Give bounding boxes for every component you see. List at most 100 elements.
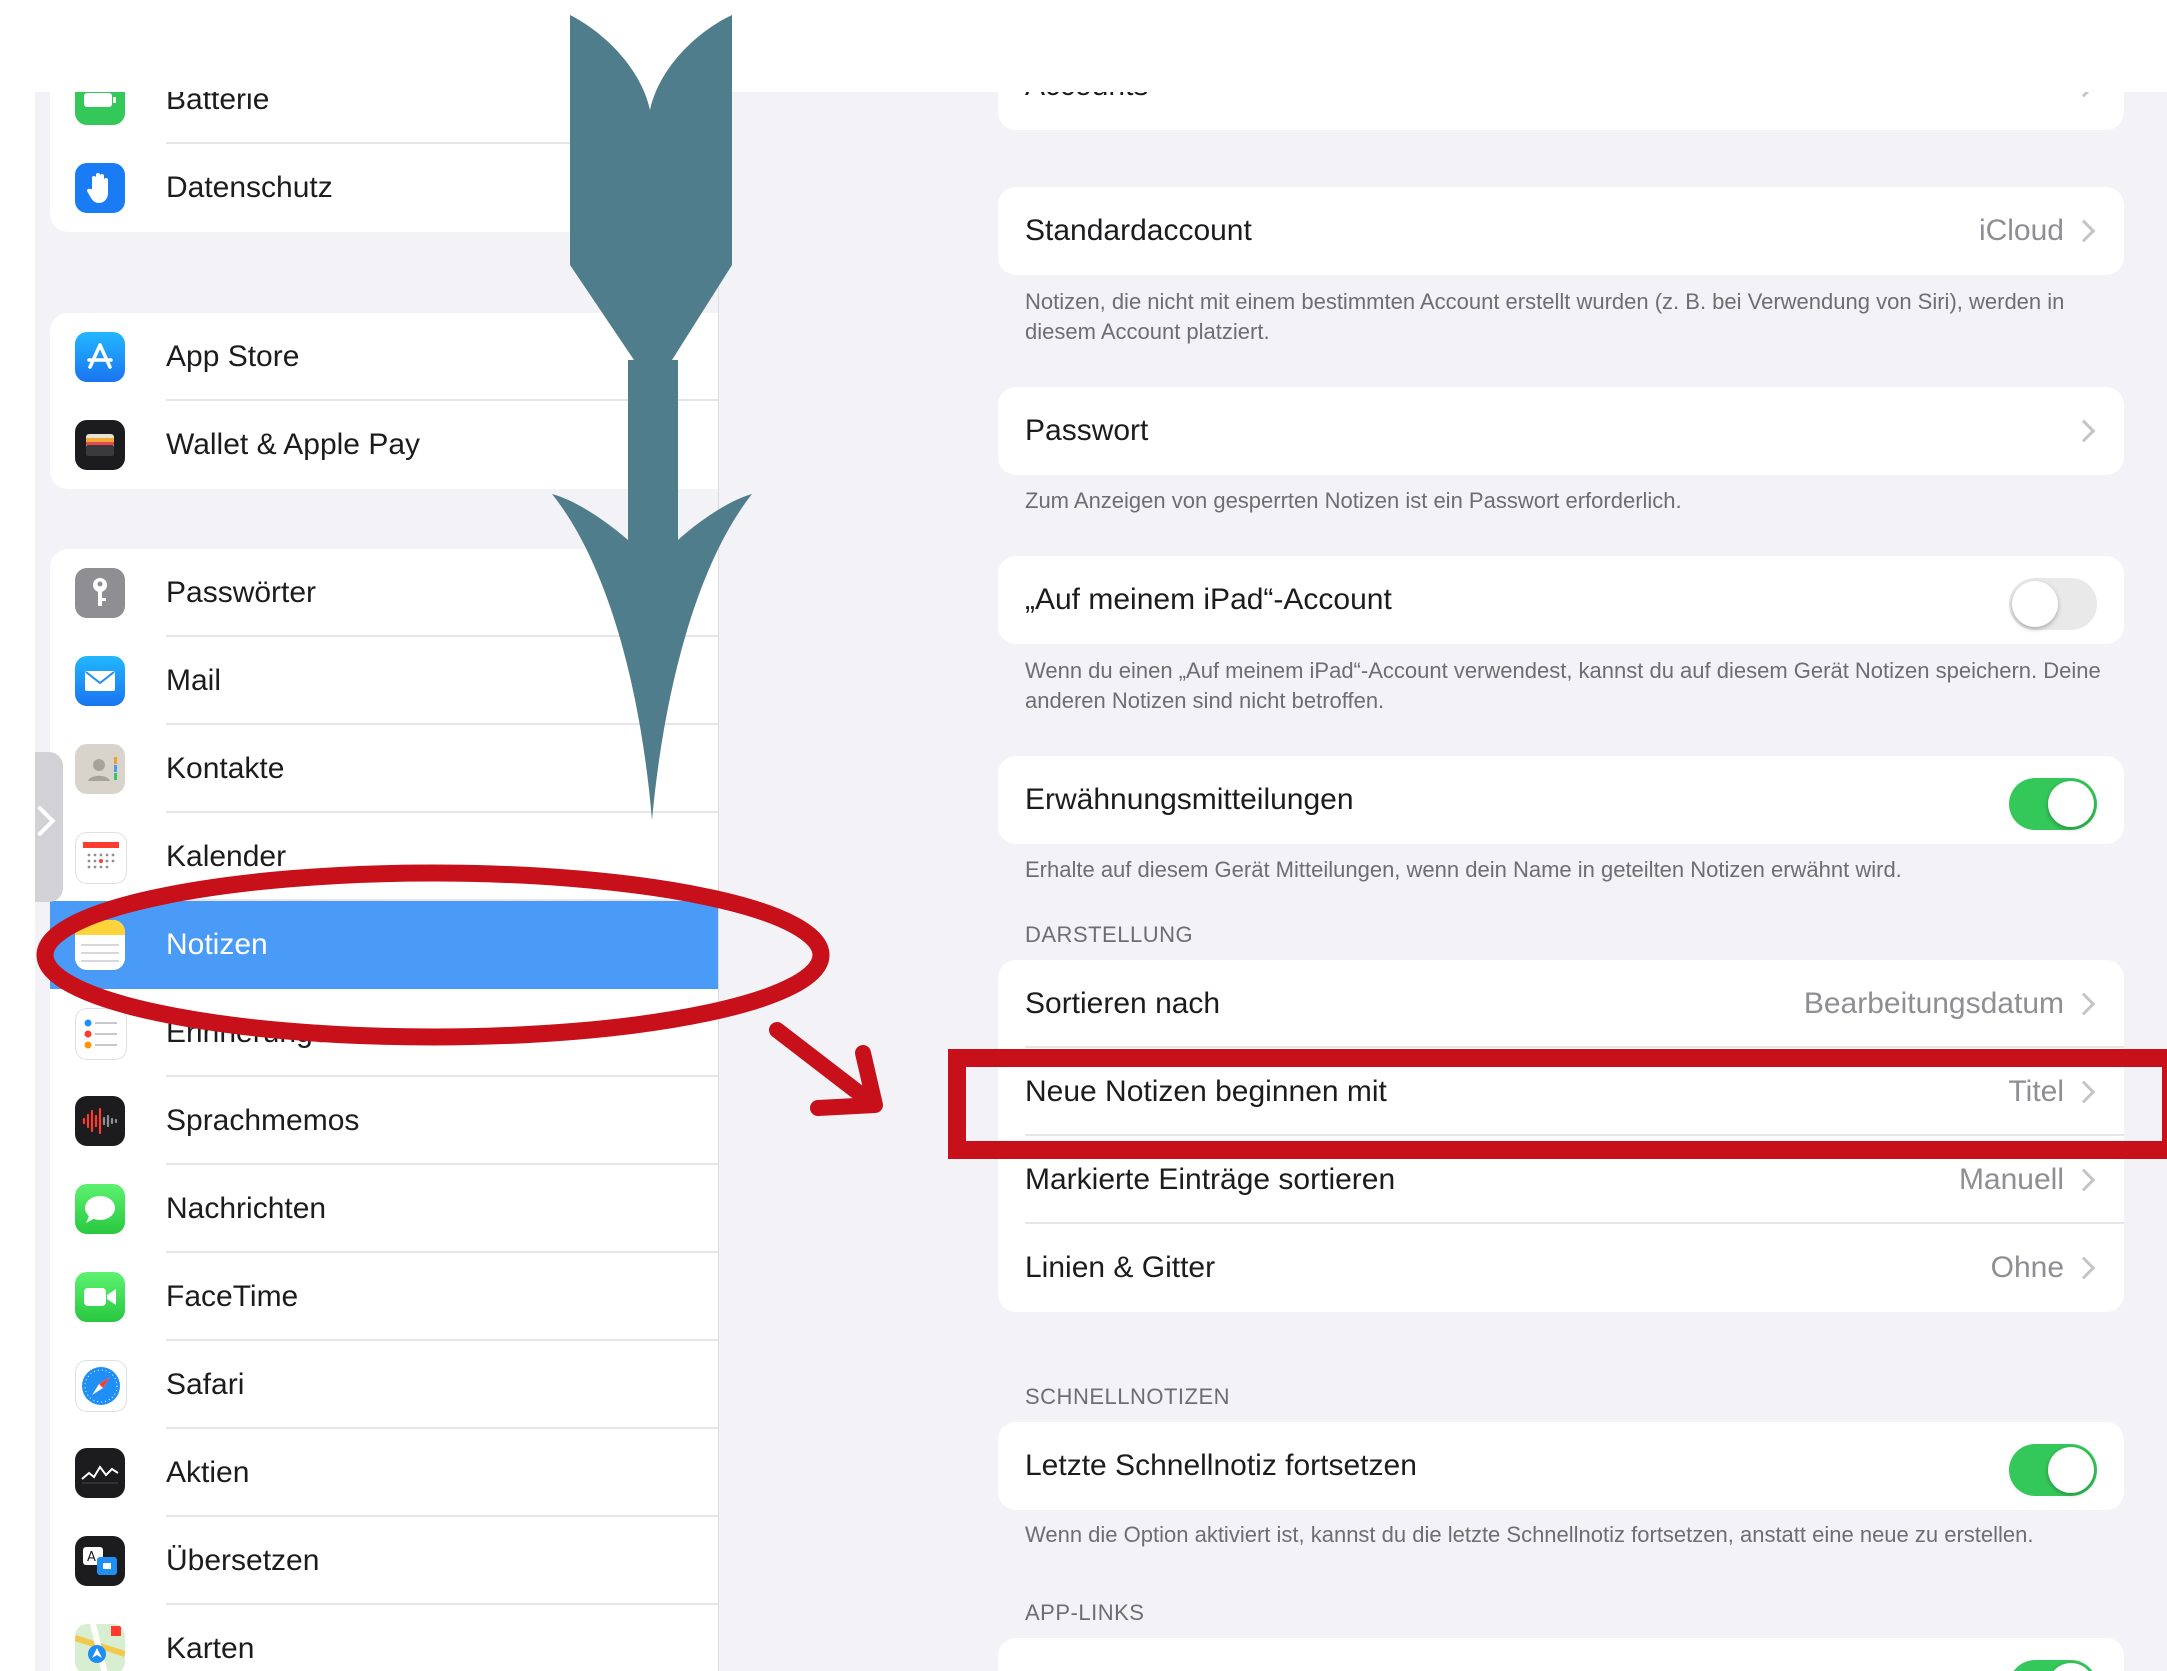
row-label: Passwort (1025, 414, 1149, 447)
sidebar-group-apps: Passwörter Mail Kontakte Kalender Notize… (50, 549, 718, 1671)
sidebar-item-label: Mail (166, 664, 222, 697)
chevron-right-icon (2072, 1256, 2096, 1280)
toggle-knob (2048, 1447, 2094, 1493)
row-label: Accounts (1025, 92, 1148, 130)
key-icon (75, 568, 125, 618)
sortieren-nach-row[interactable]: Sortieren nach Bearbeitungsdatum (998, 960, 2124, 1048)
sidebar-item-kontakte[interactable]: Kontakte (50, 725, 718, 813)
schnellnotiz-footnote: Wenn die Option aktiviert ist, kannst du… (1025, 1522, 2034, 1547)
sidebar-item-label: Notizen (166, 928, 268, 961)
sidebar-item-nachrichten[interactable]: Nachrichten (50, 1165, 718, 1253)
messages-icon (75, 1184, 125, 1234)
notes-settings-detail: Accounts Standardaccount iCloud Notizen,… (719, 92, 2167, 1671)
sidebar-item-kalender[interactable]: Kalender (50, 813, 718, 901)
settings-screen: Batterie Datenschutz App Store Wallet & … (35, 92, 2167, 1671)
sidebar-item-label: Übersetzen (166, 1544, 320, 1577)
settings-sidebar: Batterie Datenschutz App Store Wallet & … (35, 92, 719, 1671)
sidebar-item-label: Kontakte (166, 752, 285, 785)
linien-gitter-row[interactable]: Linien & Gitter Ohne (998, 1224, 2124, 1312)
schnellnotiz-toggle[interactable] (2009, 1444, 2097, 1496)
maps-icon (75, 1624, 125, 1671)
sidebar-item-safari[interactable]: Safari (50, 1341, 718, 1429)
row-label: Markierte Einträge sortieren (1025, 1163, 1396, 1196)
app-links-card (998, 1638, 2124, 1671)
sidebar-item-passwoerter[interactable]: Passwörter (50, 549, 718, 637)
app-links-toggle[interactable] (2009, 1660, 2097, 1671)
reminders-icon (75, 1008, 127, 1060)
row-value: Bearbeitungsdatum (1803, 987, 2064, 1020)
ipad-account-row: „Auf meinem iPad“-Account (998, 556, 2124, 644)
row-value: Titel (2008, 1075, 2064, 1108)
row-label: Sortieren nach (1025, 987, 1221, 1020)
neue-notizen-beginnen-row[interactable]: Neue Notizen beginnen mit Titel (998, 1048, 2124, 1136)
sidebar-item-notizen[interactable]: Notizen (50, 901, 718, 989)
standardaccount-footnote: Notizen, die nicht mit einem bestimmten … (1025, 289, 2065, 344)
sidebar-group-store: App Store Wallet & Apple Pay (50, 313, 718, 489)
sidebar-item-label: Nachrichten (166, 1192, 327, 1225)
passwort-row[interactable]: Passwort (998, 387, 2124, 475)
ipad-account-footnote: Wenn du einen „Auf meinem iPad“-Account … (1025, 658, 2101, 713)
facetime-icon (75, 1272, 125, 1322)
sidebar-item-label: Batterie (166, 92, 270, 116)
sidebar-item-label: Passwörter (166, 576, 317, 609)
sidebar-item-label: App Store (166, 340, 300, 373)
ipad-account-card: „Auf meinem iPad“-Account (998, 556, 2124, 644)
sidebar-item-mail[interactable]: Mail (50, 637, 718, 725)
row-label: „Auf meinem iPad“-Account (1025, 583, 1392, 616)
passwort-card: Passwort (998, 387, 2124, 475)
mentions-row: Erwähnungsmitteilungen (998, 756, 2124, 844)
toggle-knob (2012, 581, 2058, 627)
row-label: Standardaccount (1025, 214, 1252, 247)
mentions-card: Erwähnungsmitteilungen (998, 756, 2124, 844)
sidebar-item-batterie[interactable]: Batterie (50, 92, 718, 144)
svg-text:A: A (87, 1550, 96, 1565)
sidebar-item-aktien[interactable]: Aktien (50, 1429, 718, 1517)
row-value: iCloud (1978, 214, 2064, 247)
sidebar-item-karten[interactable]: Karten (50, 1605, 718, 1671)
chevron-right-icon (2072, 419, 2096, 443)
sidebar-item-label: Kalender (166, 840, 287, 873)
standardaccount-card: Standardaccount iCloud (998, 187, 2124, 275)
sidebar-item-datenschutz[interactable]: Datenschutz (50, 144, 718, 232)
app-links-section-header: APP-LINKS (1025, 1600, 1145, 1625)
sidebar-item-wallet[interactable]: Wallet & Apple Pay (50, 401, 718, 489)
calendar-icon (75, 832, 127, 884)
standardaccount-row[interactable]: Standardaccount iCloud (998, 187, 2124, 275)
sidebar-item-label: Karten (166, 1632, 255, 1665)
sidebar-item-label: Aktien (166, 1456, 250, 1489)
notes-icon (75, 920, 125, 970)
sidebar-item-label: Wallet & Apple Pay (166, 428, 421, 461)
accounts-row[interactable]: Accounts (998, 92, 2124, 130)
chevron-right-icon (2072, 1168, 2096, 1192)
accounts-card: Accounts (998, 92, 2124, 130)
sidebar-collapse-handle[interactable] (35, 752, 63, 902)
row-label: Letzte Schnellnotiz fortsetzen (1025, 1449, 1417, 1482)
sidebar-item-label: FaceTime (166, 1280, 299, 1313)
toggle-knob (2048, 1663, 2094, 1671)
contacts-icon (75, 744, 125, 794)
stocks-icon (75, 1448, 125, 1498)
sidebar-item-sprachmemos[interactable]: Sprachmemos (50, 1077, 718, 1165)
darstellung-card: Sortieren nach Bearbeitungsdatum Neue No… (998, 960, 2124, 1312)
sidebar-item-uebersetzen[interactable]: A Übersetzen (50, 1517, 718, 1605)
mentions-toggle[interactable] (2009, 778, 2097, 830)
darstellung-section-header: DARSTELLUNG (1025, 922, 1194, 947)
ipad-account-toggle[interactable] (2009, 578, 2097, 630)
chevron-right-icon (35, 805, 56, 837)
sidebar-item-erinnerungen[interactable]: Erinnerungen (50, 989, 718, 1077)
sidebar-item-label: Sprachmemos (166, 1104, 360, 1137)
sidebar-item-app-store[interactable]: App Store (50, 313, 718, 401)
toggle-knob (2048, 781, 2094, 827)
voice-memos-icon (75, 1096, 125, 1146)
markierte-eintraege-row[interactable]: Markierte Einträge sortieren Manuell (998, 1136, 2124, 1224)
sidebar-item-label: Erinnerungen (166, 1016, 347, 1049)
sidebar-item-facetime[interactable]: FaceTime (50, 1253, 718, 1341)
schnellnotiz-row: Letzte Schnellnotiz fortsetzen (998, 1422, 2124, 1510)
app-store-icon (75, 332, 125, 382)
mentions-footnote: Erhalte auf diesem Gerät Mitteilungen, w… (1025, 857, 1902, 882)
chevron-right-icon (2072, 1080, 2096, 1104)
mail-icon (75, 656, 125, 706)
safari-icon (75, 1360, 127, 1412)
row-label: Erwähnungsmitteilungen (1025, 783, 1354, 816)
translate-icon: A (75, 1536, 125, 1586)
